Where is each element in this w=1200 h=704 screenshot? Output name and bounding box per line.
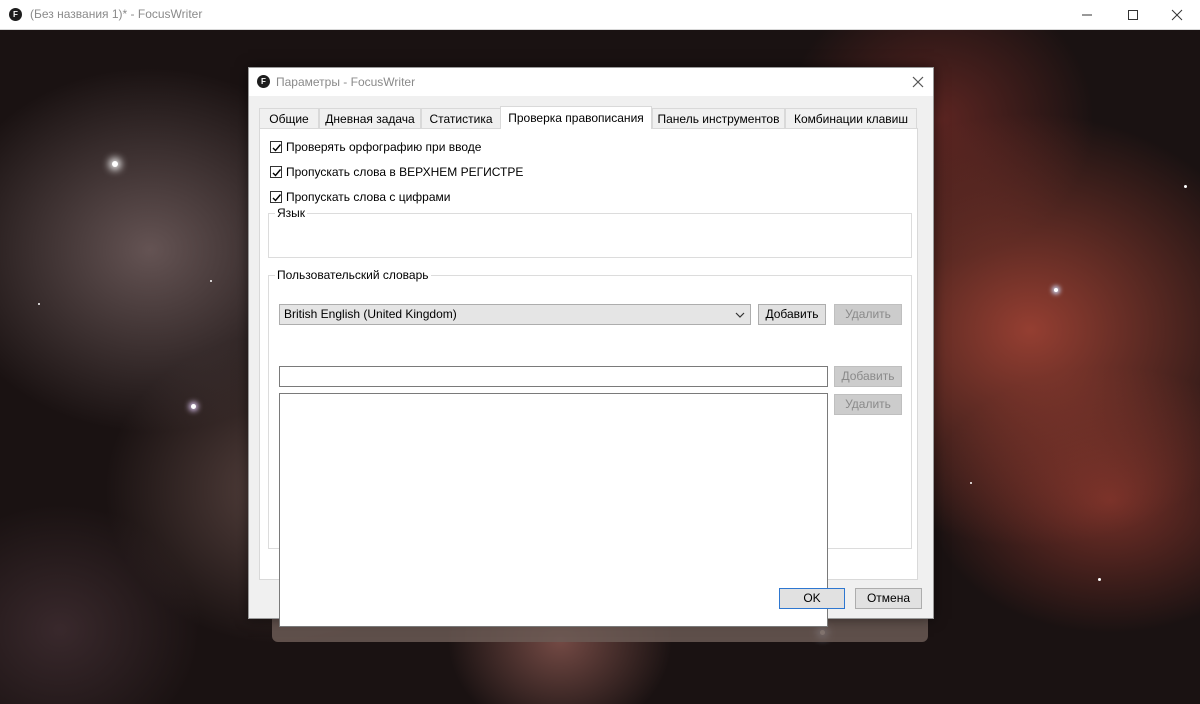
star xyxy=(210,280,212,282)
maximize-icon xyxy=(1128,10,1138,20)
spelling-tab-pane: Проверять орфографию при вводе Пропускат… xyxy=(259,128,918,627)
close-icon xyxy=(912,76,924,88)
check-spelling-option[interactable]: Проверять орфографию при вводе xyxy=(270,139,481,155)
personal-dictionary-label: Пользовательский словарь xyxy=(277,268,429,282)
checkmark-icon xyxy=(272,169,282,177)
checkbox-label: Пропускать слова в ВЕРХНЕМ РЕГИСТРЕ xyxy=(286,165,524,179)
window-title: (Без названия 1)* - FocusWriter xyxy=(30,7,203,21)
minimize-icon xyxy=(1082,14,1092,16)
close-icon xyxy=(1171,9,1183,21)
checkbox[interactable] xyxy=(270,191,282,203)
dialog-title: Параметры - FocusWriter xyxy=(276,75,416,89)
language-group-label: Язык xyxy=(277,206,306,220)
maximize-button[interactable] xyxy=(1110,0,1156,29)
star xyxy=(1054,288,1058,292)
focuswriter-app-icon: F xyxy=(9,8,22,21)
window-titlebar: F (Без названия 1)* - FocusWriter xyxy=(0,0,1200,30)
dialog-titlebar: F Параметры - FocusWriter xyxy=(249,68,933,96)
checkbox-label: Пропускать слова с цифрами xyxy=(286,190,451,204)
tab-spelling[interactable]: Проверка правописания xyxy=(500,106,652,129)
tab-statistics[interactable]: Статистика xyxy=(421,108,501,128)
tab-daily-goal[interactable]: Дневная задача xyxy=(319,108,421,128)
tab-general[interactable]: Общие xyxy=(259,108,319,128)
dictionary-word-input[interactable] xyxy=(279,366,828,387)
dialog-close-button[interactable] xyxy=(909,73,927,91)
star xyxy=(1184,185,1187,188)
star xyxy=(1098,578,1101,581)
add-word-button[interactable]: Добавить xyxy=(834,366,902,387)
language-group: Язык xyxy=(268,206,912,258)
dictionary-word-list[interactable] xyxy=(279,393,828,627)
ok-button[interactable]: OK xyxy=(779,588,845,609)
preferences-dialog: F Параметры - FocusWriter Общие Дневная … xyxy=(248,67,934,627)
skip-uppercase-option[interactable]: Пропускать слова в ВЕРХНЕМ РЕГИСТРЕ xyxy=(270,164,523,180)
window-close-button[interactable] xyxy=(1154,0,1200,29)
star xyxy=(970,482,972,484)
tab-shortcuts[interactable]: Комбинации клавиш xyxy=(785,108,917,128)
minimize-button[interactable] xyxy=(1064,0,1110,29)
checkbox[interactable] xyxy=(270,166,282,178)
checkmark-icon xyxy=(272,144,282,152)
remove-word-button[interactable]: Удалить xyxy=(834,394,902,415)
star xyxy=(112,161,118,167)
skip-numbers-option[interactable]: Пропускать слова с цифрами xyxy=(270,189,450,205)
checkbox-label: Проверять орфографию при вводе xyxy=(286,140,482,154)
checkmark-icon xyxy=(272,194,282,202)
focuswriter-dialog-icon: F xyxy=(257,75,270,88)
checkbox[interactable] xyxy=(270,141,282,153)
cancel-button[interactable]: Отмена xyxy=(855,588,922,609)
star xyxy=(191,404,196,409)
tab-toolbar[interactable]: Панель инструментов xyxy=(652,108,785,128)
star xyxy=(38,303,40,305)
